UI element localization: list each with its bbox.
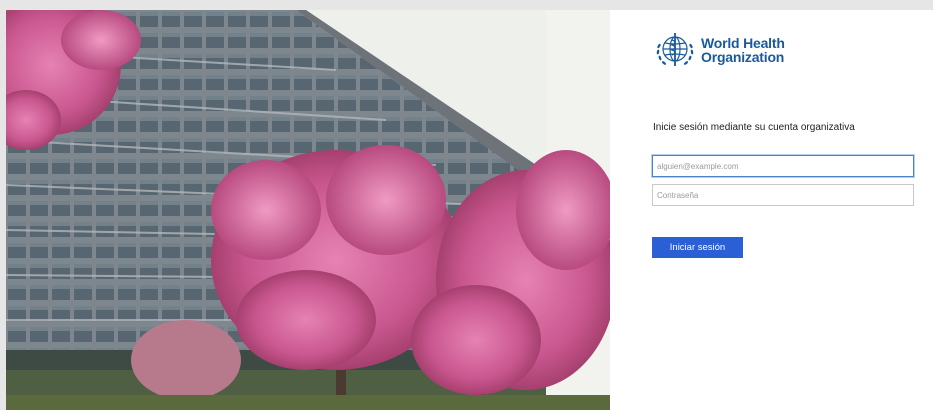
- brand-name-line2: Organization: [701, 49, 785, 65]
- password-input[interactable]: [652, 184, 914, 206]
- who-logo: World Health Organization: [653, 28, 785, 72]
- who-emblem-icon: [656, 33, 694, 66]
- signin-heading: Inicie sesión mediante su cuenta organiz…: [653, 122, 855, 133]
- signin-button[interactable]: Iniciar sesión: [652, 237, 743, 258]
- login-page: World Health Organization Inicie sesión …: [6, 10, 933, 410]
- email-input[interactable]: [652, 155, 914, 177]
- brand-name: World Health Organization: [701, 36, 785, 64]
- brand-name-line1: World Health: [701, 35, 785, 51]
- signin-panel: World Health Organization Inicie sesión …: [610, 10, 933, 410]
- illustration-image: [6, 10, 610, 410]
